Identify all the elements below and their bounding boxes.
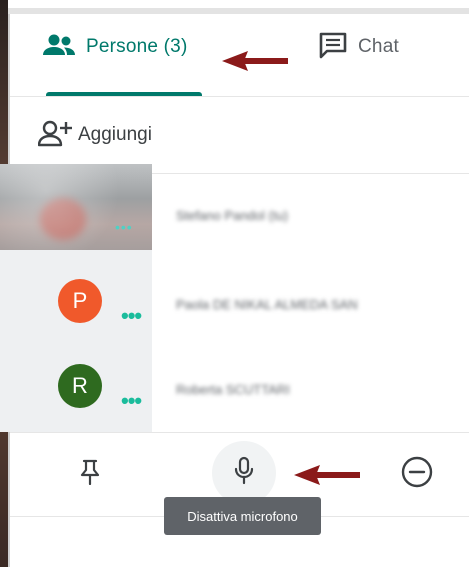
tab-people[interactable]: Persone (3) bbox=[42, 30, 187, 64]
remove-participant-button[interactable] bbox=[398, 455, 436, 493]
participant-name: Roberta SCUTTARI bbox=[176, 382, 290, 397]
people-icon bbox=[42, 33, 76, 62]
avatar-initial: P bbox=[72, 288, 88, 313]
tab-chat[interactable]: Chat bbox=[318, 30, 399, 64]
add-people-button[interactable]: Aggiungi bbox=[37, 117, 152, 153]
tooltip-text: Disattiva microfono bbox=[187, 508, 298, 524]
arrow-icon bbox=[222, 51, 288, 71]
avatar-initial: R bbox=[72, 373, 88, 398]
tabs-divider bbox=[10, 96, 469, 97]
avatar[interactable]: P bbox=[58, 279, 102, 323]
tab-chat-label: Chat bbox=[358, 36, 399, 57]
audio-indicator: ••• bbox=[121, 303, 142, 328]
add-people-label: Aggiungi bbox=[78, 124, 152, 145]
microphone-button-icon-wrap[interactable] bbox=[228, 456, 260, 491]
tooltip: Disattiva microfono bbox=[164, 497, 321, 535]
arrow-icon bbox=[294, 465, 360, 485]
microphone-icon bbox=[233, 456, 255, 491]
video-highlight bbox=[0, 164, 152, 250]
chat-icon bbox=[318, 31, 348, 64]
participant-video[interactable] bbox=[0, 164, 152, 250]
pin-icon bbox=[79, 459, 101, 490]
audio-indicator: ••• bbox=[115, 219, 133, 235]
add-person-icon bbox=[37, 119, 72, 152]
participant-name: Paola DE NIKAL ALMEDA SAN bbox=[176, 297, 358, 312]
minus-circle-icon bbox=[400, 455, 434, 494]
avatar[interactable]: R bbox=[58, 364, 102, 408]
participant-name: Stefano Pandol (tu) bbox=[176, 208, 289, 223]
pin-button[interactable] bbox=[72, 456, 108, 492]
audio-indicator: ••• bbox=[121, 388, 142, 413]
list-divider bbox=[10, 432, 469, 433]
tab-people-label: Persone (3) bbox=[86, 36, 188, 57]
